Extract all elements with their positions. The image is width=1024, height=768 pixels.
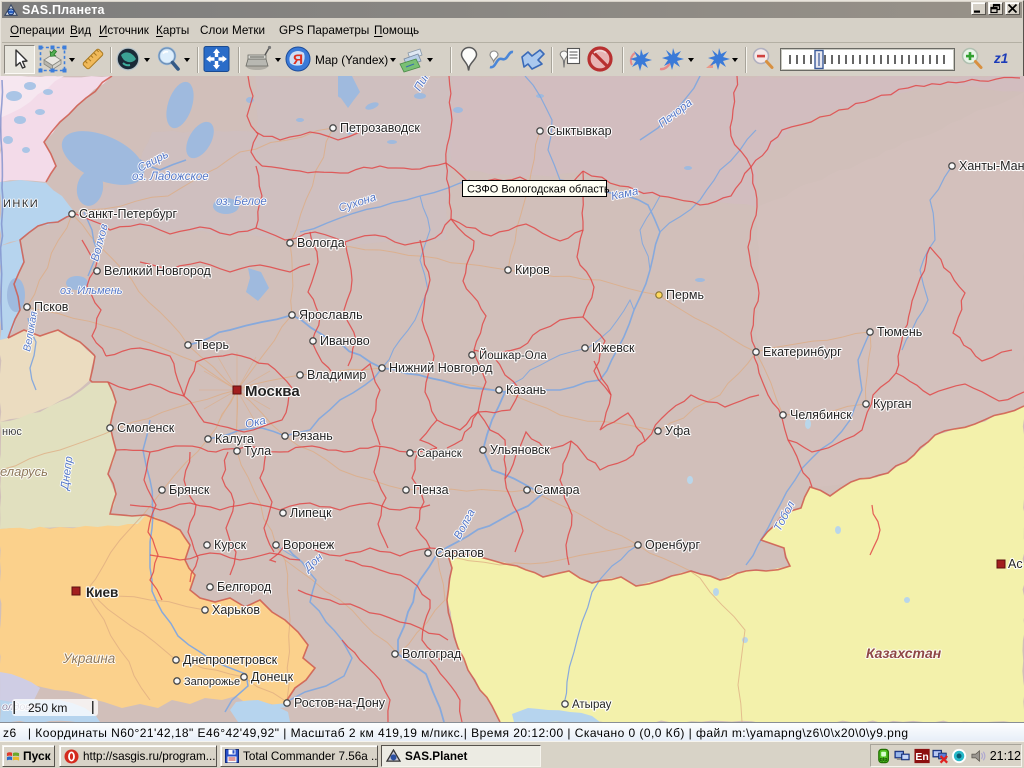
svg-text:Рязань: Рязань xyxy=(292,429,333,443)
svg-text:Нижний Новгород: Нижний Новгород xyxy=(389,361,493,375)
svg-text:Екатеринбург: Екатеринбург xyxy=(763,345,842,359)
svg-text:Пермь: Пермь xyxy=(666,288,704,302)
svg-text:оз. Белое: оз. Белое xyxy=(216,196,267,208)
svg-text:Тюмень: Тюмень xyxy=(877,325,922,339)
svg-text:Иваново: Иваново xyxy=(320,334,370,348)
svg-text:Воронеж: Воронеж xyxy=(283,538,335,552)
svg-text:Ханты-Ман: Ханты-Ман xyxy=(959,159,1024,173)
svg-text:Казахстан: Казахстан xyxy=(866,645,942,661)
svg-text:Псков: Псков xyxy=(34,300,69,314)
svg-text:Смоленск: Смоленск xyxy=(117,421,175,435)
svg-text:Владимир: Владимир xyxy=(307,368,366,382)
svg-text:Казань: Казань xyxy=(506,383,546,397)
svg-text:Уфа: Уфа xyxy=(665,424,690,438)
svg-text:Йошкар-Ола: Йошкар-Ола xyxy=(479,349,547,362)
svg-text:Ростов-на-Дону: Ростов-на-Дону xyxy=(294,696,386,710)
svg-text:Саранск: Саранск xyxy=(417,448,463,460)
svg-text:Киров: Киров xyxy=(515,263,550,277)
svg-text:Вологда: Вологда xyxy=(297,236,345,250)
svg-text:Оренбург: Оренбург xyxy=(645,538,700,552)
svg-text:еларусь: еларусь xyxy=(0,464,48,479)
svg-text:Я: Я xyxy=(293,51,303,67)
svg-text:Донецк: Донецк xyxy=(251,670,294,684)
svg-text:Курск: Курск xyxy=(214,538,247,552)
svg-text:Петрозаводск: Петрозаводск xyxy=(340,121,420,135)
svg-text:Ижевск: Ижевск xyxy=(592,341,635,355)
svg-text:250 km: 250 km xyxy=(28,701,67,715)
svg-text:Челябинск: Челябинск xyxy=(790,408,852,422)
svg-text:Санкт-Петербург: Санкт-Петербург xyxy=(79,207,177,221)
svg-text:Атырау: Атырау xyxy=(572,699,612,711)
svg-text:qip: qip xyxy=(880,757,888,763)
svg-text:Украина: Украина xyxy=(62,651,116,666)
svg-text:Великий Новгород: Великий Новгород xyxy=(104,264,212,278)
svg-text:Белгород: Белгород xyxy=(217,580,272,594)
svg-text:Липецк: Липецк xyxy=(290,506,332,520)
svg-text:Ас: Ас xyxy=(1008,557,1023,571)
svg-text:Самара: Самара xyxy=(534,483,580,497)
svg-text:Курган: Курган xyxy=(873,397,912,411)
svg-text:Тверь: Тверь xyxy=(195,338,229,352)
svg-text:Днепропетровск: Днепропетровск xyxy=(183,653,278,667)
svg-text:Саратов: Саратов xyxy=(435,546,484,560)
svg-text:Брянск: Брянск xyxy=(169,483,210,497)
svg-text:Волгоград: Волгоград xyxy=(402,647,462,661)
svg-text:нюс: нюс xyxy=(2,426,22,438)
svg-text:Тула: Тула xyxy=(244,444,271,458)
svg-text:Москва: Москва xyxy=(245,383,300,400)
svg-text:Ульяновск: Ульяновск xyxy=(490,443,550,457)
svg-text:Ярославль: Ярославль xyxy=(299,308,363,322)
svg-text:ИНКИ: ИНКИ xyxy=(3,198,39,210)
svg-text:Запорожье: Запорожье xyxy=(184,676,240,688)
svg-text:Харьков: Харьков xyxy=(212,603,260,617)
svg-text:оз. Ильмень: оз. Ильмень xyxy=(60,285,123,297)
svg-text:Киев: Киев xyxy=(86,585,118,600)
svg-text:СЗФО Вологодская область: СЗФО Вологодская область xyxy=(467,184,610,196)
svg-text:Пенза: Пенза xyxy=(413,483,449,497)
svg-text:Сыктывкар: Сыктывкар xyxy=(547,124,612,138)
svg-text:En: En xyxy=(916,751,929,762)
